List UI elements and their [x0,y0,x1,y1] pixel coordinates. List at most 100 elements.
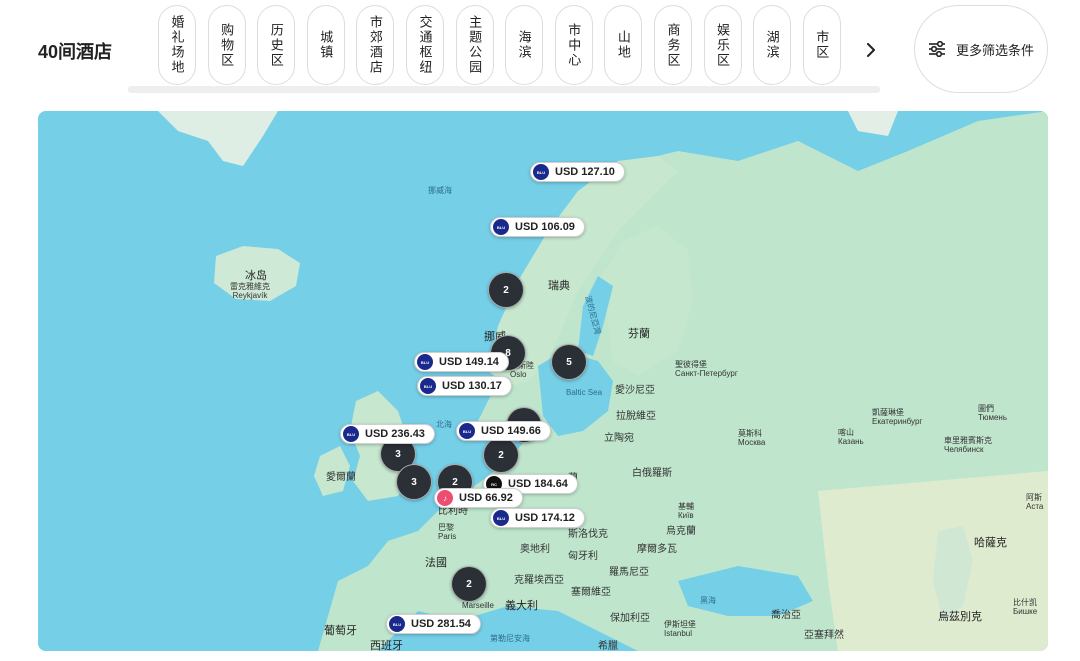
hotel-price-pin[interactable]: BLU USD 281.54 [386,614,481,634]
chip-label: 婚礼场地 [169,15,185,75]
place-ireland: 愛爾蘭 [326,472,356,483]
hotel-brand-logo: BLU [533,164,549,180]
chip-label: 山地 [615,30,631,60]
chip-theme-park[interactable]: 主题公园 [455,5,494,85]
place-spain: 西班牙 [370,640,403,651]
pin-price: USD 236.43 [365,428,425,440]
place-moscow: 莫斯科 Москва [738,429,766,447]
pin-price: USD 174.12 [515,512,575,524]
more-filters-button[interactable]: 更多筛选条件 [914,5,1048,93]
chip-label: 主题公园 [467,15,483,75]
chip-label: 商务区 [665,22,681,68]
place-black-sea: 黑海 [700,596,716,605]
hotel-brand-logo: ♪ [437,490,453,506]
hotel-price-pin[interactable]: BLU USD 149.66 [456,421,551,441]
hotel-cluster-marker[interactable]: 3 [396,464,432,500]
hotel-price-pin[interactable]: BLU USD 149.14 [414,352,509,372]
chip-city-center[interactable]: 市中心 [554,5,593,85]
place-ukraine: 烏克蘭 [666,526,696,537]
chip-label: 历史区 [268,22,284,68]
place-north-sea: 北海 [436,420,452,429]
place-croatia: 克羅埃西亞 [514,575,564,586]
place-astana: 阿斯 Аста [1026,493,1044,511]
hotel-price-pin[interactable]: BLU USD 236.43 [340,424,435,444]
chip-label: 湖滨 [764,30,780,60]
chip-label: 购物区 [219,22,235,68]
hotel-price-pin[interactable]: BLU USD 174.12 [490,508,585,528]
place-tyrrhenian: 第勒尼安海 [490,634,530,643]
chip-label: 市郊酒店 [367,15,383,75]
chip-mountain[interactable]: 山地 [604,5,643,85]
place-sweden: 瑞典 [548,280,570,292]
place-kazan: 喀山 Казань [838,428,864,446]
place-romania: 羅馬尼亞 [609,567,649,578]
chip-label: 海滨 [516,30,532,60]
pin-price: USD 127.10 [555,166,615,178]
hotel-price-pin[interactable]: BLU USD 127.10 [530,162,625,182]
chip-label: 城镇 [318,30,334,60]
place-estonia: 愛沙尼亞 [615,385,655,396]
hotel-cluster-marker[interactable]: 2 [483,437,519,473]
hotel-cluster-marker[interactable]: 2 [451,566,487,602]
chevron-right-icon [867,43,875,57]
chip-business[interactable]: 商务区 [653,5,692,85]
chip-downtown[interactable]: 市区 [802,5,841,85]
chip-town[interactable]: 城镇 [306,5,345,85]
map-view[interactable]: 冰岛 雷克雅維克 Reykjavík 挪威海 瑞典 挪威 芬蘭 波的尼亞灣 奥斯… [38,111,1048,651]
hotel-brand-logo: BLU [417,354,433,370]
chip-entertainment[interactable]: 娱乐区 [703,5,742,85]
hotel-cluster-marker[interactable]: 2 [488,272,524,308]
place-istanbul: 伊斯坦堡 Istanbul [664,620,696,638]
hotel-brand-logo: BLU [493,219,509,235]
chip-seaside[interactable]: 海滨 [505,5,544,85]
place-uzbekistan: 烏茲別克 [938,611,982,623]
place-belarus: 白俄羅斯 [632,468,672,479]
chip-label: 交通枢纽 [417,15,433,75]
place-yekaterinburg: 凱薩琳堡 Екатеринбург [872,408,923,426]
chip-suburban[interactable]: 市郊酒店 [356,5,395,85]
place-kazakhstan: 哈薩克 [974,537,1007,549]
chip-lakeside[interactable]: 湖滨 [753,5,792,85]
hotel-price-pin[interactable]: ♪ USD 66.92 [434,488,523,508]
place-bishkek: 比什凯 Бишке [1013,598,1038,616]
place-georgia: 喬治亞 [771,610,801,621]
place-latvia: 拉脫維亞 [616,411,656,422]
pin-price: USD 149.66 [481,425,541,437]
place-paris: 巴黎 Paris [438,523,457,541]
hotel-brand-logo: BLU [459,423,475,439]
place-italy: 義大利 [505,600,538,612]
place-reykjavik: 雷克雅維克 Reykjavík [230,282,270,300]
map-basemap [38,111,1048,651]
place-marseille: Marseille [462,601,495,610]
hotel-brand-logo: BLU [389,616,405,632]
chip-label: 市中心 [566,22,582,68]
chip-label: 娱乐区 [715,22,731,68]
pin-price: USD 149.14 [439,356,499,368]
more-filters-label: 更多筛选条件 [955,42,1034,58]
pin-price: USD 281.54 [411,618,471,630]
chip-shopping[interactable]: 购物区 [207,5,246,85]
chip-historic[interactable]: 历史区 [257,5,296,85]
hotel-price-pin[interactable]: BLU USD 106.09 [490,217,585,237]
place-greece: 希臘 [598,641,618,651]
hotel-cluster-marker[interactable]: 5 [551,344,587,380]
category-chips: 婚礼场地 购物区 历史区 城镇 市郊酒店 交通枢纽 主题公园 海滨 市中心 山地… [158,5,841,85]
place-france: 法國 [425,557,447,569]
place-slovakia: 斯洛伐克 [568,529,608,540]
chips-scrollbar[interactable] [128,86,880,93]
place-iceland: 冰岛 [245,270,267,282]
hotel-brand-logo: BLU [493,510,509,526]
chip-label: 市区 [814,30,830,60]
place-portugal: 葡萄牙 [324,625,357,637]
place-kyiv: 基輔 Київ [678,502,694,520]
place-bulgaria: 保加利亞 [610,613,650,624]
place-moldova: 摩爾多瓦 [637,544,677,555]
pin-price: USD 66.92 [459,492,513,504]
chip-transport-hub[interactable]: 交通枢纽 [405,5,444,85]
chip-wedding-venue[interactable]: 婚礼场地 [158,5,196,85]
place-norwegian-sea: 挪威海 [428,186,452,195]
place-serbia: 塞爾維亞 [571,587,611,598]
place-hungary: 匈牙利 [568,551,598,562]
chips-next-button[interactable] [856,34,886,66]
hotel-price-pin[interactable]: BLU USD 130.17 [417,376,512,396]
